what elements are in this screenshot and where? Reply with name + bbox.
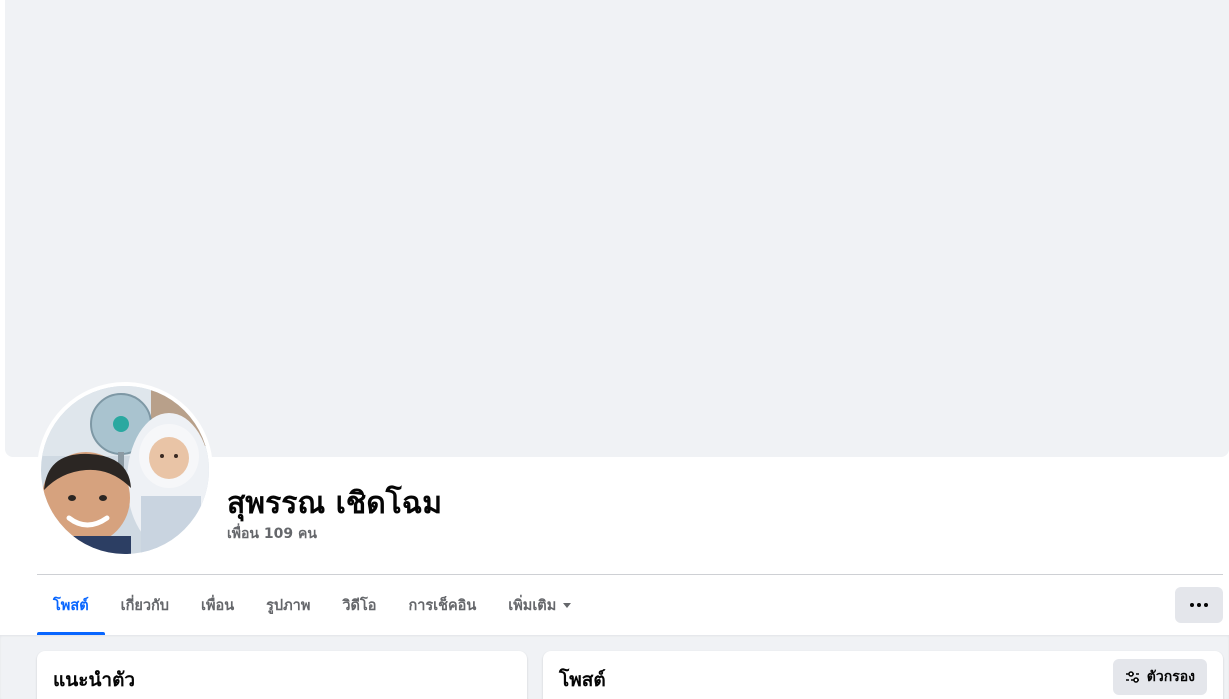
profile-picture[interactable] [37,382,213,558]
tab-posts[interactable]: โพสต์ [37,576,105,635]
profile-page: สุพรรณ เชิดโฉม เพื่อน 109 คน โพสต์ เกี่ย… [0,0,1229,699]
more-dots-icon [1190,603,1208,607]
profile-divider [37,574,1223,575]
cover-photo[interactable] [5,0,1229,457]
tab-photos[interactable]: รูปภาพ [250,576,326,635]
tab-about-label: เกี่ยวกับ [120,598,169,614]
profile-photo-image [41,386,209,554]
intro-card-title: แนะนำตัว [53,669,136,691]
intro-card: แนะนำตัว [37,651,527,699]
filter-button-label: ตัวกรอง [1146,669,1195,685]
profile-name: สุพรรณ เชิดโฉม [227,486,443,521]
tab-checkins-label: การเช็คอิน [408,598,477,614]
tab-friends[interactable]: เพื่อน [185,576,250,635]
tab-checkins[interactable]: การเช็คอิน [392,576,492,635]
more-options-button[interactable] [1175,587,1223,623]
tab-videos-label: วิดีโอ [342,598,377,614]
tab-videos[interactable]: วิดีโอ [326,576,392,635]
filter-sliders-icon [1125,669,1141,685]
profile-tabs: โพสต์ เกี่ยวกับ เพื่อน รูปภาพ วิดีโอ การ… [37,576,587,635]
tab-friends-label: เพื่อน [200,598,235,614]
tab-more-label: เพิ่มเติม [508,598,557,614]
caret-down-icon [563,603,572,608]
tab-about[interactable]: เกี่ยวกับ [105,576,185,635]
filter-button[interactable]: ตัวกรอง [1112,659,1207,695]
friends-count[interactable]: เพื่อน 109 คน [227,523,317,545]
tab-more[interactable]: เพิ่มเติม [492,576,587,635]
tab-photos-label: รูปภาพ [266,598,311,614]
posts-card-title: โพสต์ [559,669,606,691]
tab-posts-label: โพสต์ [53,598,89,614]
posts-card: โพสต์ ตัวกรอง [543,651,1223,699]
